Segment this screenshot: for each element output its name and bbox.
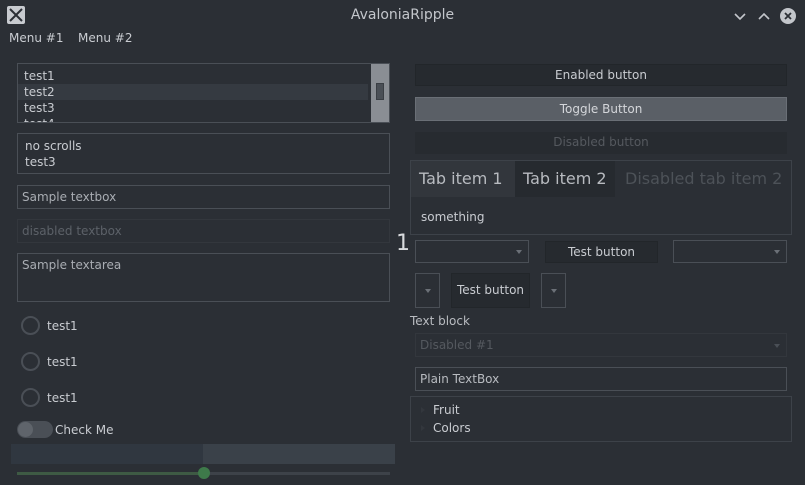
disabled-button: Disabled button (415, 132, 787, 154)
toggle-button[interactable]: Toggle Button (415, 97, 787, 121)
test-button-2[interactable]: Test button (451, 273, 530, 308)
tab-control: Tab item 1 Tab item 2 Disabled tab item … (410, 160, 792, 235)
chevron-down-icon (516, 249, 522, 254)
chevron-down-icon (425, 288, 431, 293)
noscroll-list[interactable]: no scrolls test3 (17, 133, 390, 174)
progress-fill (11, 444, 203, 464)
plain-textbox[interactable]: Plain TextBox (415, 367, 787, 391)
radio-label: test1 (47, 319, 78, 333)
menu-item-1[interactable]: Menu #1 (9, 30, 63, 46)
small-combo-box[interactable] (541, 273, 566, 308)
tab-content: something (421, 210, 485, 224)
menu-item-2[interactable]: Menu #2 (78, 30, 132, 46)
radio-label: test1 (47, 391, 78, 405)
scrollbar-thumb[interactable] (376, 83, 384, 100)
radio-label: test1 (47, 355, 78, 369)
tab-item-disabled: Disabled tab item 2 (625, 169, 783, 188)
toggle-knob (18, 422, 33, 437)
disabled-textbox: disabled textbox (17, 219, 390, 243)
sample-textbox[interactable]: Sample textbox (17, 185, 390, 209)
text-block: Text block (410, 314, 470, 328)
combo-box[interactable] (415, 240, 529, 263)
toggle-label: Check Me (55, 423, 114, 437)
enabled-button[interactable]: Enabled button (415, 64, 787, 86)
tab-item-1[interactable]: Tab item 1 (411, 161, 515, 197)
counter-text: 1 (396, 231, 410, 256)
toggle-switch[interactable] (17, 421, 53, 438)
tab-item-2[interactable]: Tab item 2 (515, 161, 615, 197)
list-item[interactable]: test3 (18, 100, 368, 116)
close-icon[interactable] (779, 7, 797, 25)
chevron-down-icon (774, 344, 780, 348)
tree-item[interactable]: Colors (433, 420, 471, 436)
progress-bar (11, 444, 395, 464)
combo-box[interactable] (673, 240, 787, 263)
small-combo-box[interactable] (415, 273, 440, 308)
slider-thumb[interactable] (197, 467, 210, 479)
expand-icon[interactable] (421, 407, 425, 413)
tree-view[interactable]: Fruit Colors (410, 396, 792, 442)
disabled-combo-value: Disabled #1 (420, 338, 494, 352)
window-title: AvaloniaRipple (350, 7, 455, 23)
radio-button[interactable] (21, 388, 40, 407)
minimize-icon[interactable] (731, 7, 749, 25)
list-item[interactable]: test3 (18, 154, 389, 170)
radio-button[interactable] (21, 316, 40, 335)
list-item[interactable]: no scrolls (18, 138, 389, 154)
sample-textarea[interactable]: Sample textarea (17, 253, 390, 302)
disabled-combo-box: Disabled #1 (415, 333, 787, 357)
tree-item[interactable]: Fruit (433, 402, 460, 418)
chevron-down-icon (774, 249, 780, 254)
slider-track[interactable] (17, 467, 390, 479)
list-item-selected[interactable]: test2 (18, 84, 368, 100)
scrollbar[interactable] (371, 64, 389, 122)
slider-fill (17, 472, 204, 475)
expand-icon[interactable] (421, 425, 425, 431)
test-button[interactable]: Test button (545, 241, 658, 263)
list-item[interactable]: test1 (18, 68, 368, 84)
listbox[interactable]: test1 test2 test3 test4 (17, 63, 390, 123)
list-item[interactable]: test4 (18, 116, 368, 122)
maximize-icon[interactable] (755, 7, 773, 25)
chevron-down-icon (551, 288, 557, 293)
radio-button[interactable] (21, 352, 40, 371)
